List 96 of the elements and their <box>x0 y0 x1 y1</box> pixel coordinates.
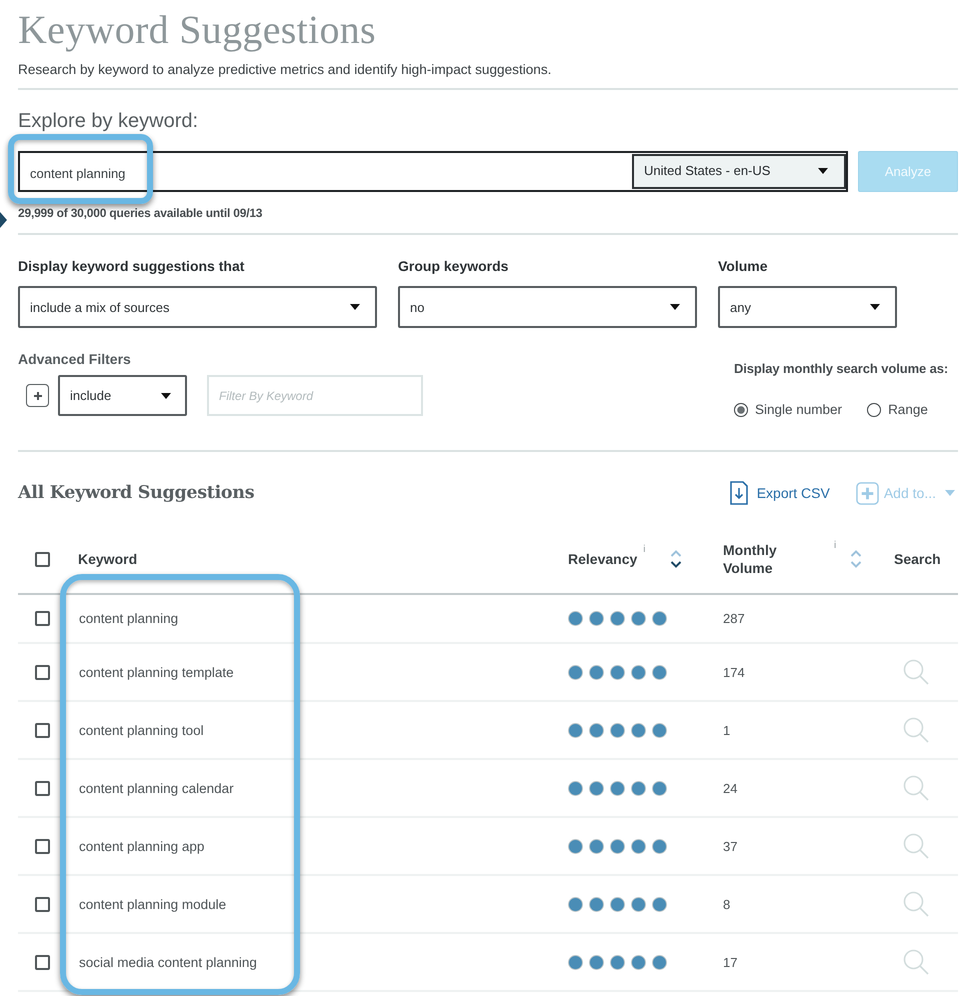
keyword-input[interactable]: content planning <box>20 155 632 188</box>
checkbox[interactable] <box>35 954 50 970</box>
rating-dot-icon <box>610 611 625 626</box>
quota-text: 29,999 of 30,000 queries available until 09/13 <box>18 205 264 221</box>
plus-icon <box>856 482 879 504</box>
checkbox[interactable] <box>35 664 50 680</box>
radio-label[interactable]: Single number <box>755 401 842 419</box>
rating-dot-icon <box>652 838 667 854</box>
rating-dot-icon <box>652 611 667 626</box>
checkbox[interactable] <box>35 780 50 796</box>
rating-dot-icon <box>652 780 667 796</box>
caret-icon <box>945 490 955 496</box>
keyword-search-box[interactable]: content planning United States - en-US <box>18 151 848 192</box>
rating-dot-icon <box>652 722 667 738</box>
filter-input[interactable]: Filter By Keyword <box>207 375 423 416</box>
dropdown-select[interactable]: include a mix of sources <box>18 286 377 328</box>
volume-cell: 1 <box>723 722 730 738</box>
rating-dot-icon <box>568 722 583 738</box>
checkbox[interactable] <box>35 611 50 626</box>
rating-dot-icon <box>631 664 646 680</box>
rating-dot-icon <box>568 780 583 796</box>
download-file-icon <box>730 481 748 505</box>
rating-dot-icon <box>568 664 583 680</box>
rating-dot-icon <box>610 896 625 912</box>
rating-dot-icon <box>589 896 604 912</box>
volume-cell: 24 <box>723 780 738 796</box>
rating-dot-icon <box>568 611 583 626</box>
keyword-cell: social media content planning <box>79 954 257 970</box>
volume-cell: 8 <box>723 896 730 912</box>
checkbox[interactable] <box>35 552 50 566</box>
column-header: Relevancy <box>568 550 638 568</box>
add-filter-button[interactable] <box>26 384 49 407</box>
volume-cell: 287 <box>723 611 745 626</box>
dropdown-select[interactable]: no <box>398 286 697 328</box>
rating-dot-icon <box>631 896 646 912</box>
rating-dot-icon <box>589 664 604 680</box>
rating-dot-icon <box>631 838 646 854</box>
rating-dot-icon <box>589 611 604 626</box>
caret-icon <box>350 304 360 310</box>
locale-select[interactable]: United States - en-US <box>632 154 846 189</box>
sort-icon[interactable] <box>670 549 682 569</box>
field-label: Display keyword suggestions that <box>18 257 246 275</box>
rating-dot-icon <box>652 896 667 912</box>
dropdown-select[interactable]: any <box>718 286 897 328</box>
rating-dot-icon <box>652 664 667 680</box>
volume-cell: 174 <box>723 664 745 680</box>
caret-icon <box>870 304 880 310</box>
plus-icon <box>32 390 42 400</box>
radio-label[interactable]: Range <box>888 401 928 419</box>
section-label: Advanced Filters <box>18 350 132 368</box>
rating-dot-icon <box>631 722 646 738</box>
export-button[interactable]: Export CSV <box>730 481 830 505</box>
keyword-cell: content planning module <box>79 896 226 912</box>
keyword-cell: content planning app <box>79 838 204 854</box>
triangle-icon <box>0 212 7 228</box>
rating-dot-icon <box>568 954 583 970</box>
rating-dot-icon <box>610 722 625 738</box>
rating-dot-icon <box>568 838 583 854</box>
section-label: Explore by keyword: <box>18 109 200 133</box>
field-label: Group keywords <box>398 257 510 275</box>
rating-dot-icon <box>652 954 667 970</box>
rating-dot-icon <box>589 722 604 738</box>
rating-dot-icon <box>589 838 604 854</box>
page-subtitle: Research by keyword to analyze predictive metrics and identify high-impact suggestions. <box>18 61 552 78</box>
column-header: Keyword <box>78 550 138 568</box>
caret-icon <box>670 304 680 310</box>
rating-dot-icon <box>610 838 625 854</box>
rating-dot-icon <box>631 954 646 970</box>
field-label: Volume <box>718 257 769 275</box>
rating-dot-icon <box>631 611 646 626</box>
caret-icon <box>161 392 171 398</box>
column-header: Search <box>894 550 941 568</box>
rating-dot-icon <box>568 896 583 912</box>
rating-dot-icon <box>610 664 625 680</box>
page-title: Keyword Suggestions <box>18 6 377 52</box>
radio-button[interactable] <box>734 403 748 417</box>
field-label: Display monthly search volume as: <box>734 360 950 378</box>
volume-cell: 17 <box>723 954 738 970</box>
rating-dot-icon <box>610 780 625 796</box>
filter-mode-select[interactable]: include <box>58 375 187 416</box>
radio-button[interactable] <box>867 403 882 417</box>
section-title: All Keyword Suggestions <box>18 482 254 505</box>
caret-icon <box>818 168 828 174</box>
checkbox[interactable] <box>35 722 50 738</box>
volume-cell: 37 <box>723 838 738 854</box>
column-header: Monthly Volume <box>723 541 778 577</box>
rating-dot-icon <box>631 780 646 796</box>
keyword-cell: content planning calendar <box>79 780 234 796</box>
keyword-cell: content planning template <box>79 664 234 680</box>
keyword-cell: content planning <box>79 611 178 626</box>
rating-dot-icon <box>589 954 604 970</box>
rating-dot-icon <box>589 780 604 796</box>
rating-dot-icon <box>610 954 625 970</box>
keyword-cell: content planning tool <box>79 722 204 738</box>
checkbox[interactable] <box>35 838 50 854</box>
checkbox[interactable] <box>35 896 50 912</box>
